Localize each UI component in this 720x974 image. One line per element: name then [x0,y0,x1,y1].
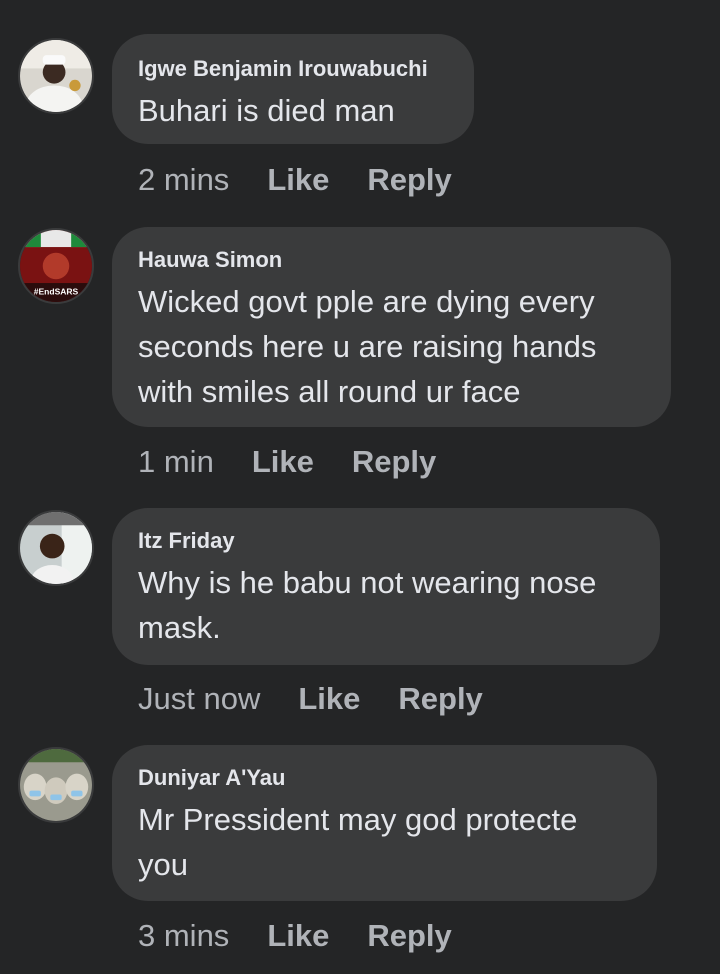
reply-button[interactable]: Reply [398,681,482,717]
comment-text: Mr Pressident may god protecte you [138,802,578,882]
comment-text: Wicked govt pple are dying every seconds… [138,284,597,409]
comment-actions: 3 mins Like Reply [138,916,452,956]
comment-author[interactable]: Hauwa Simon [138,247,645,273]
comment-bubble: Itz Friday Why is he babu not wearing no… [112,508,660,665]
comment-timestamp[interactable]: 1 min [138,444,214,480]
like-button[interactable]: Like [252,444,314,480]
like-button[interactable]: Like [298,681,360,717]
comment-timestamp[interactable]: Just now [138,681,260,717]
comment-timestamp[interactable]: 2 mins [138,162,229,198]
comment-actions: 2 mins Like Reply [138,160,452,200]
comment-actions: Just now Like Reply [138,679,483,719]
comment-author[interactable]: Igwe Benjamin Irouwabuchi [138,56,448,82]
comment-bubble: Hauwa Simon Wicked govt pple are dying e… [112,227,671,427]
comment-timestamp[interactable]: 3 mins [138,918,229,954]
user-photo-icon [20,40,92,112]
avatar-badge: #EndSARS [34,286,79,296]
comment-text: Why is he babu not wearing nose mask. [138,565,597,645]
avatar[interactable] [18,747,94,823]
like-button[interactable]: Like [267,162,329,198]
avatar[interactable] [18,38,94,114]
sheep-photo-icon [20,749,92,821]
comment-actions: 1 min Like Reply [138,442,436,482]
comment-thread: Igwe Benjamin Irouwabuchi Buhari is died… [0,0,720,974]
comment-bubble: Duniyar A'Yau Mr Pressident may god prot… [112,745,657,901]
reply-button[interactable]: Reply [352,444,436,480]
comment-bubble: Igwe Benjamin Irouwabuchi Buhari is died… [112,34,474,144]
reply-button[interactable]: Reply [367,918,451,954]
comment-text: Buhari is died man [138,93,395,128]
avatar[interactable] [18,510,94,586]
user-photo-icon [20,512,92,584]
comment-author[interactable]: Itz Friday [138,528,634,554]
endsars-photo-icon: #EndSARS [20,230,92,302]
reply-button[interactable]: Reply [367,162,451,198]
avatar[interactable]: #EndSARS [18,228,94,304]
comment-author[interactable]: Duniyar A'Yau [138,765,631,791]
like-button[interactable]: Like [267,918,329,954]
